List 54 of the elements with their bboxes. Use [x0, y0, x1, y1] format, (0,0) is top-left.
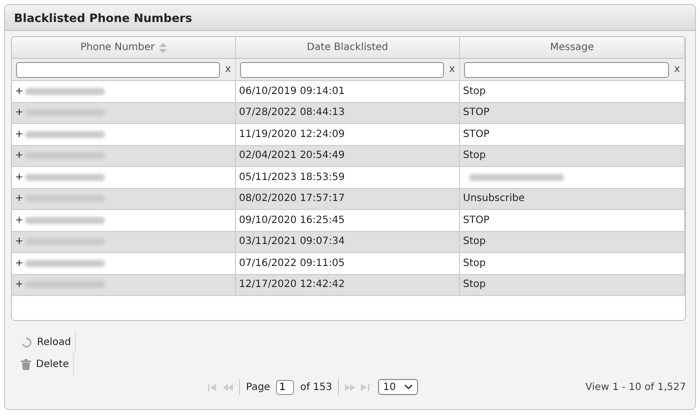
- record-count: View 1 - 10 of 1,527: [585, 382, 686, 392]
- previous-page-icon[interactable]: [223, 384, 233, 390]
- table-cell: 09/10/2020 16:25:45: [239, 214, 345, 226]
- table-cell: +: [15, 214, 24, 226]
- table-cell: +: [15, 128, 24, 140]
- table-cell: +: [15, 86, 24, 97]
- table-cell: STOP: [463, 128, 490, 140]
- table-cell: 08/02/2020 17:57:17: [239, 193, 345, 204]
- page-field[interactable]: 1: [276, 380, 294, 394]
- clear-filter-button[interactable]: x: [449, 64, 455, 75]
- table-cell: Stop: [463, 279, 486, 290]
- table-cell: Stop: [463, 236, 486, 248]
- table-cell: 05/11/2023 18:53:59: [239, 172, 345, 183]
- page-count: of 153: [300, 382, 332, 392]
- table-cell: 03/11/2021 09:07:34: [239, 236, 345, 248]
- refresh-icon: [21, 336, 32, 348]
- table-cell: +: [15, 236, 24, 248]
- clear-filter-button[interactable]: x: [225, 64, 231, 75]
- table-cell: STOP: [463, 107, 490, 118]
- first-page-icon[interactable]: [208, 384, 217, 390]
- column-header[interactable]: Message: [460, 37, 685, 58]
- clear-filter-button[interactable]: x: [674, 64, 680, 75]
- table-cell: Stop: [463, 86, 486, 97]
- toolbar-button[interactable]: Delete: [21, 353, 74, 375]
- table-cell: +: [15, 193, 24, 204]
- panel-title: Blacklisted Phone Numbers: [14, 10, 192, 24]
- chevron-down-icon: [404, 384, 414, 390]
- filter-field[interactable]: [16, 62, 220, 78]
- last-page-icon[interactable]: [361, 384, 370, 390]
- column-header[interactable]: Phone Number: [12, 37, 236, 58]
- table-cell: +: [15, 150, 24, 162]
- filter-field[interactable]: [240, 62, 444, 78]
- page-size-dropdown[interactable]: 10: [378, 379, 418, 395]
- table-cell: Unsubscribe: [463, 193, 525, 204]
- table-cell: STOP: [463, 214, 490, 226]
- sort-icon[interactable]: [158, 42, 167, 52]
- table-cell: +: [15, 258, 24, 269]
- page-label: Page: [246, 382, 270, 392]
- table-cell: Stop: [463, 258, 486, 269]
- table-cell: +: [15, 107, 24, 118]
- table-cell: 07/28/2022 08:44:13: [239, 107, 345, 118]
- table-cell: 02/04/2021 20:54:49: [239, 150, 345, 162]
- next-page-icon[interactable]: [345, 384, 356, 390]
- table-cell: +: [15, 172, 24, 183]
- table-cell: 06/10/2019 09:14:01: [239, 86, 345, 97]
- table-cell: 07/16/2022 09:11:05: [239, 258, 345, 269]
- table-cell: +: [15, 279, 24, 290]
- table-cell: 11/19/2020 12:24:09: [239, 128, 345, 140]
- column-header[interactable]: Date Blacklisted: [236, 37, 460, 58]
- filter-field[interactable]: [464, 62, 670, 78]
- toolbar-button[interactable]: Reload: [21, 331, 76, 353]
- table-cell: Stop: [463, 150, 486, 162]
- trash-icon: [21, 358, 31, 370]
- table-cell: 12/17/2020 12:42:42: [239, 279, 345, 290]
